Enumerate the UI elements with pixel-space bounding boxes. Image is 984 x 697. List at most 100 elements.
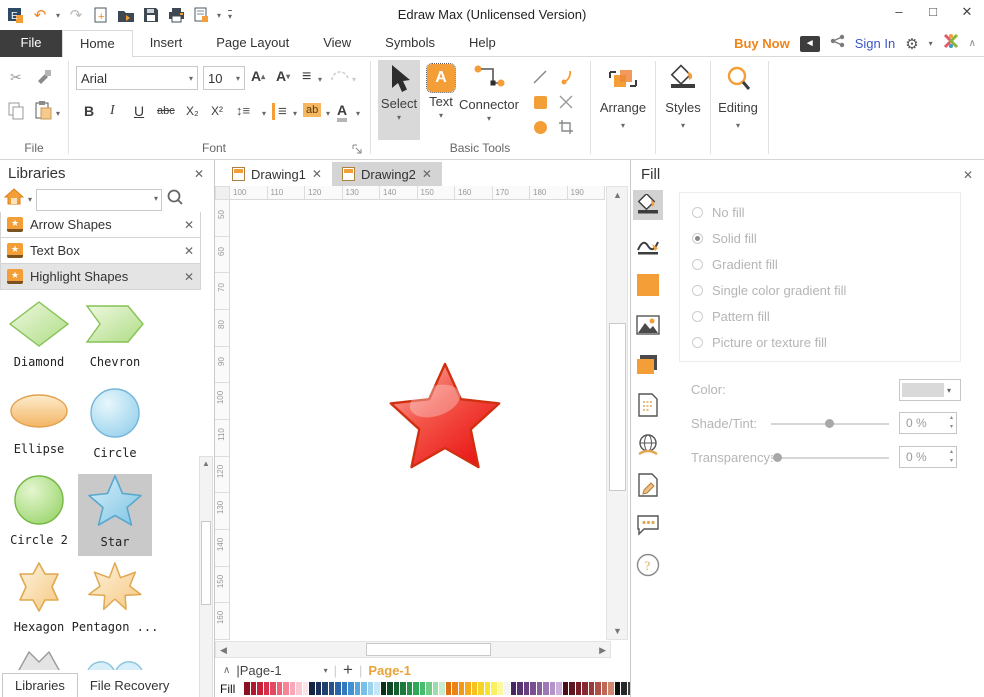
horizontal-scrollbar[interactable]: ◀ ▶ bbox=[215, 641, 611, 658]
palette-swatch[interactable] bbox=[530, 682, 536, 695]
option-no-fill[interactable]: No fill bbox=[692, 205, 745, 220]
scroll-left-icon[interactable]: ◀ bbox=[220, 645, 227, 656]
palette-swatch[interactable] bbox=[543, 682, 549, 695]
layers-tab-icon[interactable] bbox=[633, 350, 663, 380]
palette-swatch[interactable] bbox=[322, 682, 328, 695]
format-painter-icon[interactable] bbox=[36, 69, 52, 85]
highlight-dropdown-icon[interactable]: ▾ bbox=[326, 109, 330, 118]
undo-icon[interactable]: ↶ bbox=[31, 6, 49, 24]
palette-swatch[interactable] bbox=[303, 682, 309, 695]
palette-swatch[interactable] bbox=[342, 682, 348, 695]
new-document-icon[interactable]: + bbox=[92, 6, 110, 24]
font-family-combo[interactable]: Arial ▾ bbox=[76, 66, 198, 90]
font-size-dropdown-icon[interactable]: ▾ bbox=[236, 74, 240, 83]
palette-swatch[interactable] bbox=[589, 682, 595, 695]
list-dropdown-icon[interactable]: ▾ bbox=[293, 109, 297, 118]
palette-swatch[interactable] bbox=[433, 682, 439, 695]
spin-down-icon[interactable]: ▾ bbox=[950, 457, 953, 466]
scroll-down-icon[interactable]: ▼ bbox=[613, 626, 622, 636]
font-family-dropdown-icon[interactable]: ▾ bbox=[189, 74, 193, 83]
palette-swatch[interactable] bbox=[368, 682, 374, 695]
strikethrough-button[interactable]: abc bbox=[157, 105, 175, 117]
bullet-list-icon[interactable]: ≡ bbox=[272, 103, 287, 120]
line-style-tab-icon[interactable] bbox=[633, 230, 663, 260]
palette-swatch[interactable] bbox=[316, 682, 322, 695]
rectangle-tool-icon[interactable] bbox=[530, 92, 550, 112]
palette-swatch[interactable] bbox=[621, 682, 627, 695]
palette-swatch[interactable] bbox=[563, 682, 569, 695]
palette-swatch[interactable] bbox=[517, 682, 523, 695]
palette-swatch[interactable] bbox=[485, 682, 491, 695]
print-icon[interactable] bbox=[167, 6, 185, 24]
buy-now-link[interactable]: Buy Now bbox=[734, 36, 790, 51]
shape-item-pentagon[interactable]: Pentagon ... bbox=[78, 561, 152, 643]
section-close-icon[interactable]: ✕ bbox=[184, 218, 194, 232]
shape-item-star[interactable]: Star bbox=[78, 474, 152, 556]
palette-swatch[interactable] bbox=[459, 682, 465, 695]
picture-tab-icon[interactable] bbox=[633, 310, 663, 340]
palette-swatch[interactable] bbox=[426, 682, 432, 695]
align-text-icon[interactable]: ≡ bbox=[302, 68, 311, 86]
vertical-scrollbar[interactable]: ▲ ▼ bbox=[606, 186, 628, 640]
palette-swatch[interactable] bbox=[569, 682, 575, 695]
library-section-text-box[interactable]: ★ Text Box ✕ bbox=[0, 238, 201, 264]
shape-item-partial-gray[interactable] bbox=[2, 648, 76, 670]
tab-drawing2[interactable]: Drawing2 ✕ bbox=[332, 162, 442, 186]
search-input[interactable] bbox=[36, 189, 162, 211]
palette-swatch[interactable] bbox=[465, 682, 471, 695]
option-gradient-fill[interactable]: Gradient fill bbox=[692, 257, 778, 272]
palette-swatch[interactable] bbox=[387, 682, 393, 695]
palette-swatch[interactable] bbox=[439, 682, 445, 695]
radio-icon[interactable] bbox=[692, 285, 703, 296]
maximize-button[interactable]: □ bbox=[916, 0, 950, 26]
rotate-dropdown-icon[interactable]: ▾ bbox=[352, 75, 356, 84]
palette-swatch[interactable] bbox=[615, 682, 621, 695]
palette-swatch[interactable] bbox=[361, 682, 367, 695]
paste-dropdown-icon[interactable]: ▾ bbox=[56, 109, 60, 118]
styles-button[interactable]: Styles ▾ bbox=[658, 60, 708, 140]
freeform-tool-icon[interactable] bbox=[556, 92, 576, 112]
palette-swatch[interactable] bbox=[374, 682, 380, 695]
palette-swatch[interactable] bbox=[478, 682, 484, 695]
transparency-spinbox[interactable]: 0 % ▴▾ bbox=[899, 446, 957, 468]
shade-tint-slider[interactable] bbox=[771, 423, 889, 425]
fill-panel-close-icon[interactable]: ✕ bbox=[963, 168, 973, 182]
section-close-icon[interactable]: ✕ bbox=[184, 244, 194, 258]
minimize-button[interactable]: – bbox=[882, 0, 916, 26]
option-picture-texture-fill[interactable]: Picture or texture fill bbox=[692, 335, 827, 350]
shape-item-hexagon[interactable]: Hexagon bbox=[2, 561, 76, 643]
page-dropdown[interactable]: |Page-1 bbox=[236, 663, 281, 678]
palette-swatch[interactable] bbox=[257, 682, 263, 695]
shrink-font-button[interactable]: A▾ bbox=[276, 68, 290, 84]
font-dialog-launcher-icon[interactable] bbox=[352, 141, 362, 159]
palette-swatch[interactable] bbox=[355, 682, 361, 695]
save-icon[interactable] bbox=[142, 6, 160, 24]
palette-swatch[interactable] bbox=[576, 682, 582, 695]
library-scrollbar[interactable]: ▲ ▼ bbox=[199, 456, 213, 697]
tab-libraries[interactable]: Libraries bbox=[2, 673, 78, 697]
menu-tab[interactable]: View bbox=[306, 30, 368, 57]
tab-file-recovery[interactable]: File Recovery bbox=[78, 674, 181, 697]
option-solid-fill[interactable]: Solid fill bbox=[692, 231, 757, 246]
option-single-color-gradient-fill[interactable]: Single color gradient fill bbox=[692, 283, 846, 298]
grow-font-button[interactable]: A▴ bbox=[251, 68, 265, 84]
copy-icon[interactable] bbox=[8, 102, 24, 120]
font-color-dropdown-icon[interactable]: ▾ bbox=[356, 109, 360, 118]
undo-dropdown-icon[interactable]: ▾ bbox=[56, 11, 60, 20]
palette-swatch[interactable] bbox=[407, 682, 413, 695]
library-section-highlight-shapes[interactable]: ★ Highlight Shapes ✕ bbox=[0, 264, 201, 290]
radio-icon[interactable] bbox=[692, 337, 703, 348]
palette-swatch[interactable] bbox=[524, 682, 530, 695]
cut-icon[interactable]: ✂ bbox=[10, 69, 22, 86]
note-tab-icon[interactable] bbox=[633, 390, 663, 420]
palette-swatch[interactable] bbox=[582, 682, 588, 695]
hyperlink-tab-icon[interactable] bbox=[633, 430, 663, 460]
palette-swatch[interactable] bbox=[537, 682, 543, 695]
option-pattern-fill[interactable]: Pattern fill bbox=[692, 309, 770, 324]
palette-swatch[interactable] bbox=[608, 682, 614, 695]
menu-tab[interactable]: Symbols bbox=[368, 30, 452, 57]
line-tool-icon[interactable] bbox=[530, 67, 550, 87]
radio-icon[interactable] bbox=[692, 259, 703, 270]
shape-item-chevron[interactable]: Chevron bbox=[78, 300, 152, 382]
menu-tab[interactable]: Help bbox=[452, 30, 513, 57]
